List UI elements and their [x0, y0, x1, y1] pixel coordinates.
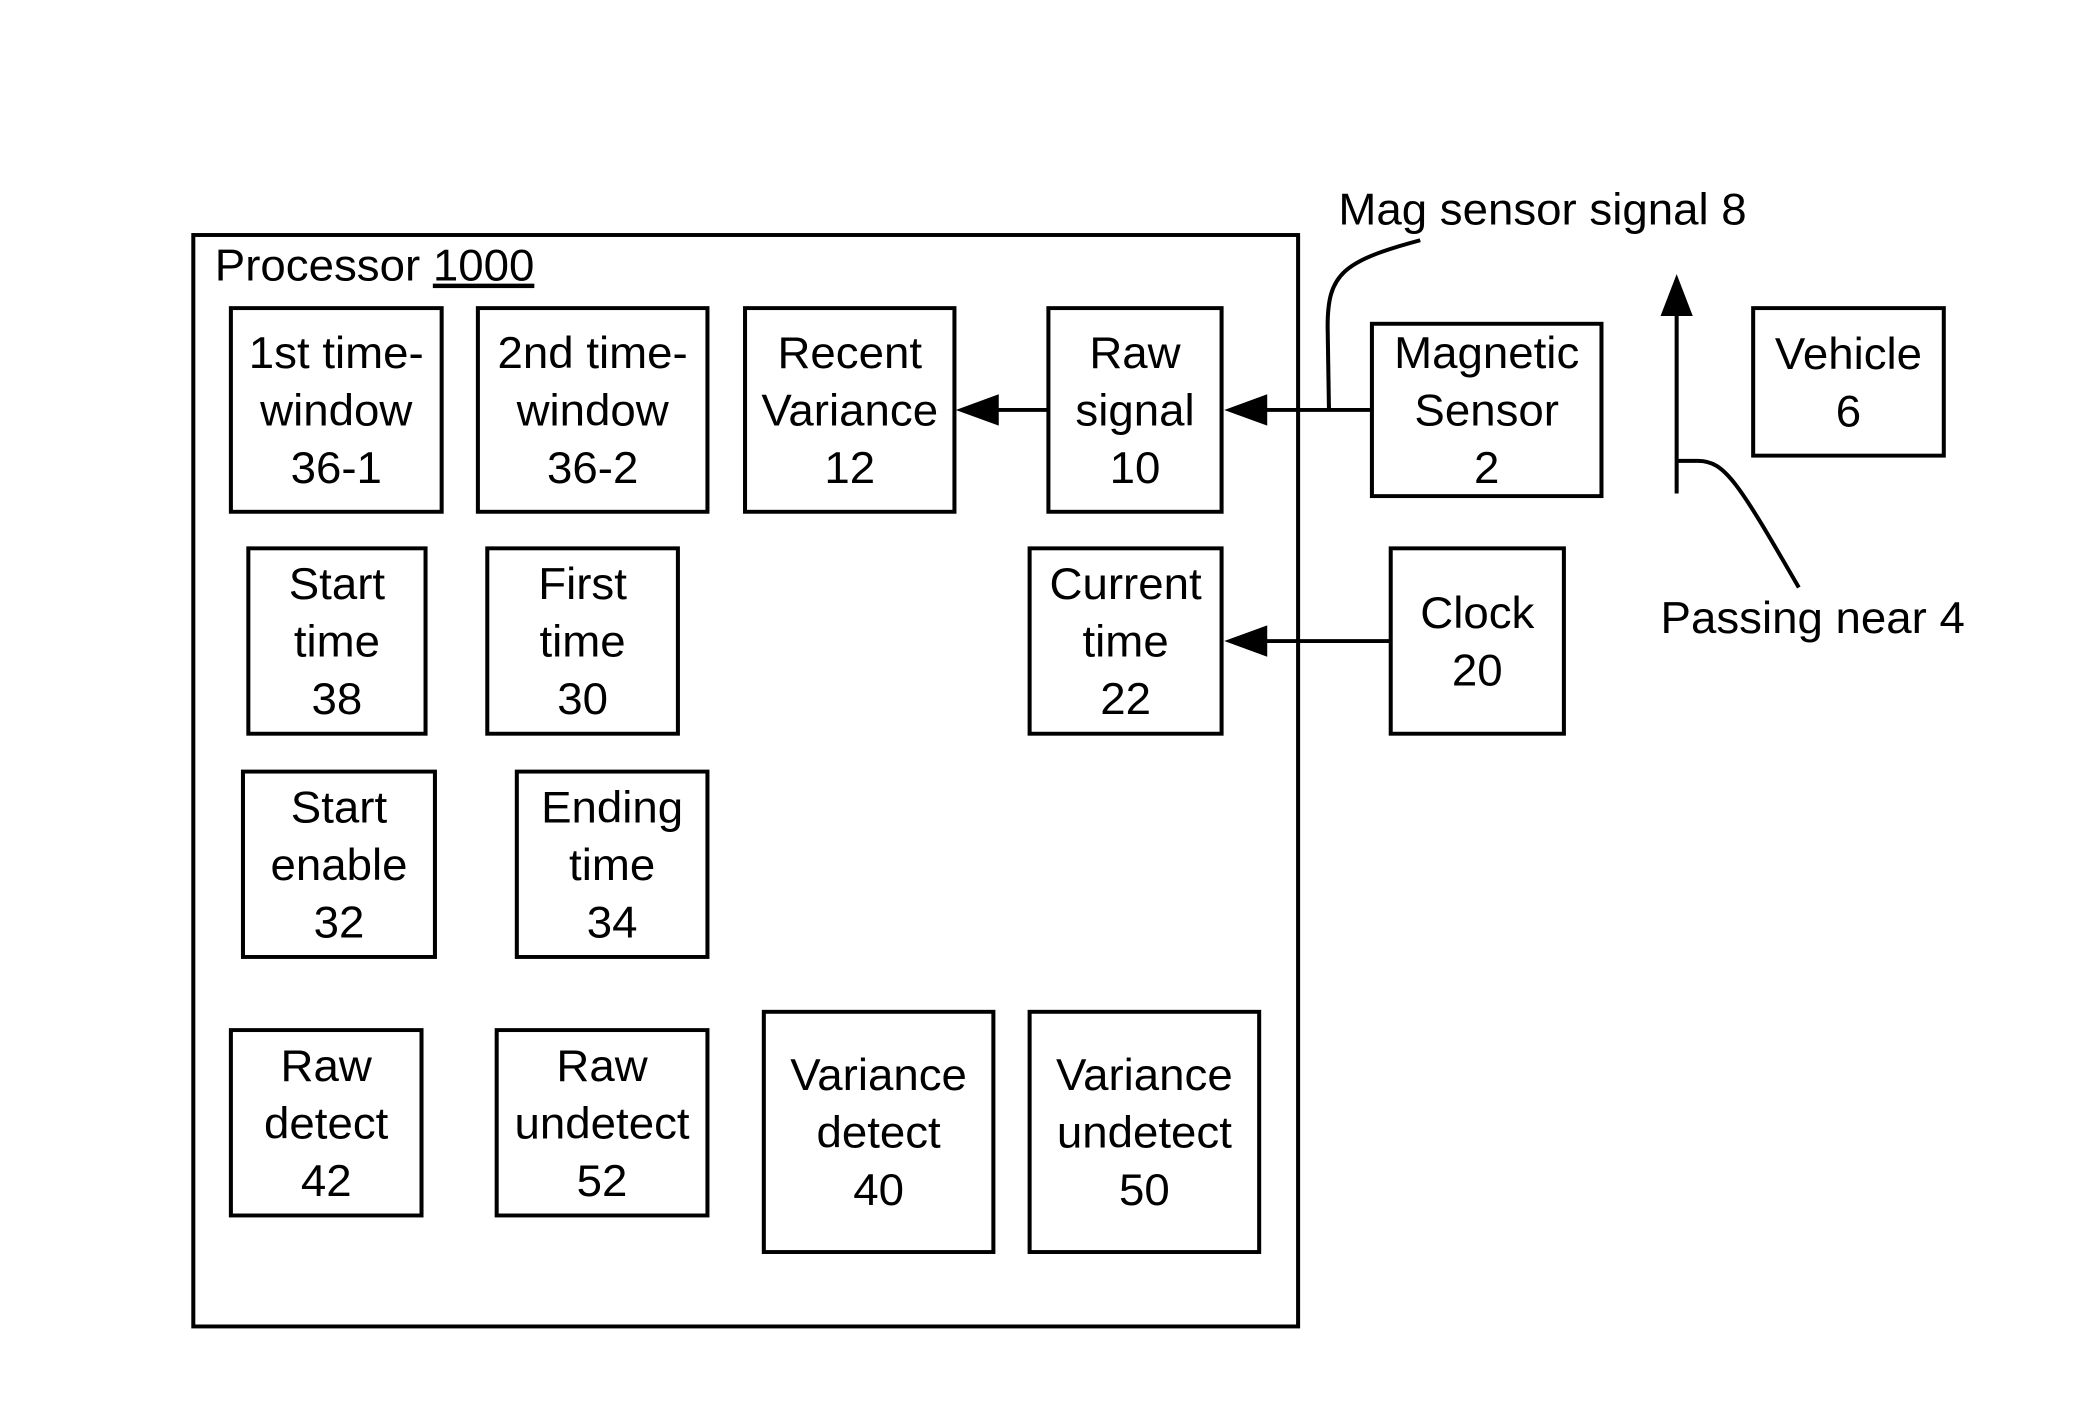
raw-detect-label-line: Raw	[281, 1041, 373, 1091]
variance-undetect-block: Variance undetect 50	[1027, 1009, 1262, 1254]
raw-signal-label-line: signal	[1075, 385, 1194, 435]
ending-time-label-line: Ending	[541, 782, 683, 832]
variance-detect-label-line: 40	[853, 1165, 904, 1215]
ending-time-label-line: time	[569, 840, 655, 890]
start-enable-label-line: enable	[270, 840, 407, 890]
start-enable-label-line: Start	[291, 782, 388, 832]
start-enable-label-line: 32	[314, 897, 365, 947]
current-time-label-line: Current	[1050, 559, 1203, 609]
clock-box	[1388, 546, 1566, 736]
processor-number: 1000	[433, 240, 534, 290]
first-time-label-line: time	[540, 616, 626, 666]
second-time-window-label-line: window	[516, 385, 670, 435]
first-time-label-line: 30	[557, 674, 608, 724]
first-time-window-label-line: window	[259, 385, 413, 435]
passing-near-label: Passing near 4	[1661, 593, 1965, 643]
first-time-block: First time 30	[485, 546, 680, 736]
recent-variance-label-line: 12	[824, 443, 875, 493]
magnetic-sensor-block: Magnetic Sensor 2	[1369, 321, 1604, 499]
start-enable-block: Start enable 32	[240, 769, 437, 959]
vehicle-label-line: 6	[1836, 386, 1861, 436]
mag-sensor-signal-label: Mag sensor signal 8	[1338, 184, 1746, 234]
first-time-label-line: First	[538, 559, 627, 609]
diagram: Processor 1000 1st time-window 36-1 2nd ti…	[191, 184, 1965, 1329]
variance-detect-block: Variance detect 40	[761, 1009, 996, 1254]
second-time-window-label-line: 2nd time-	[498, 328, 688, 378]
raw-undetect-label-line: undetect	[515, 1098, 691, 1148]
current-time-label-line: 22	[1100, 674, 1151, 724]
first-time-window-label-line: 36-1	[291, 443, 382, 493]
first-time-window-label-line: 1st time-	[249, 328, 424, 378]
processor-title: Processor 1000	[215, 240, 535, 290]
variance-detect-label-line: detect	[816, 1107, 941, 1157]
vehicle-block: Vehicle 6	[1751, 306, 1946, 458]
first-time-window-block: 1st time-window 36-1	[228, 306, 444, 514]
recent-variance-block: Recent Variance 12	[743, 306, 957, 514]
start-time-label-line: 38	[312, 674, 363, 724]
recent-variance-label-line: Recent	[777, 328, 922, 378]
magnetic-sensor-label-line: Magnetic	[1394, 328, 1579, 378]
clock-label-line: 20	[1452, 645, 1503, 695]
raw-undetect-label-line: 52	[577, 1155, 628, 1205]
arrowhead-raw-signal	[1224, 394, 1268, 426]
start-time-label-line: Start	[289, 559, 386, 609]
arrowhead-recent-variance	[955, 394, 999, 426]
raw-detect-label-line: detect	[264, 1098, 389, 1148]
variance-undetect-label-line: Variance	[1056, 1050, 1233, 1100]
raw-detect-label-line: 42	[301, 1155, 352, 1205]
raw-signal-label-line: Raw	[1089, 328, 1181, 378]
second-time-window-block: 2nd time-window 36-2	[475, 306, 710, 514]
ending-time-block: Ending time 34	[514, 769, 710, 959]
variance-detect-label-line: Variance	[790, 1050, 967, 1100]
magnetic-sensor-label-line: 2	[1474, 443, 1499, 493]
recent-variance-label-line: Variance	[761, 385, 938, 435]
arrowhead-current-time	[1224, 625, 1268, 657]
second-time-window-label-line: 36-2	[547, 443, 638, 493]
magnetic-sensor-label-line: Sensor	[1414, 385, 1559, 435]
raw-undetect-label-line: Raw	[556, 1041, 648, 1091]
raw-undetect-block: Raw undetect 52	[494, 1028, 710, 1218]
clock-block: Clock 20	[1388, 546, 1566, 736]
raw-detect-block: Raw detect 42	[228, 1028, 424, 1218]
start-time-block: Start time 38	[246, 546, 428, 736]
start-time-label-line: time	[294, 616, 380, 666]
current-time-block: Current time 22	[1027, 546, 1224, 736]
clock-label-line: Clock	[1420, 588, 1535, 638]
variance-undetect-label-line: 50	[1119, 1165, 1170, 1215]
passing-leader-line	[1676, 458, 1801, 589]
arrowhead-passing	[1660, 274, 1693, 316]
ending-time-label-line: 34	[587, 897, 638, 947]
raw-signal-block: Raw signal 10	[1046, 306, 1224, 514]
vehicle-label-line: Vehicle	[1775, 328, 1922, 378]
current-time-label-line: time	[1083, 616, 1169, 666]
raw-signal-label-line: 10	[1110, 443, 1161, 493]
variance-undetect-label-line: undetect	[1057, 1107, 1233, 1157]
